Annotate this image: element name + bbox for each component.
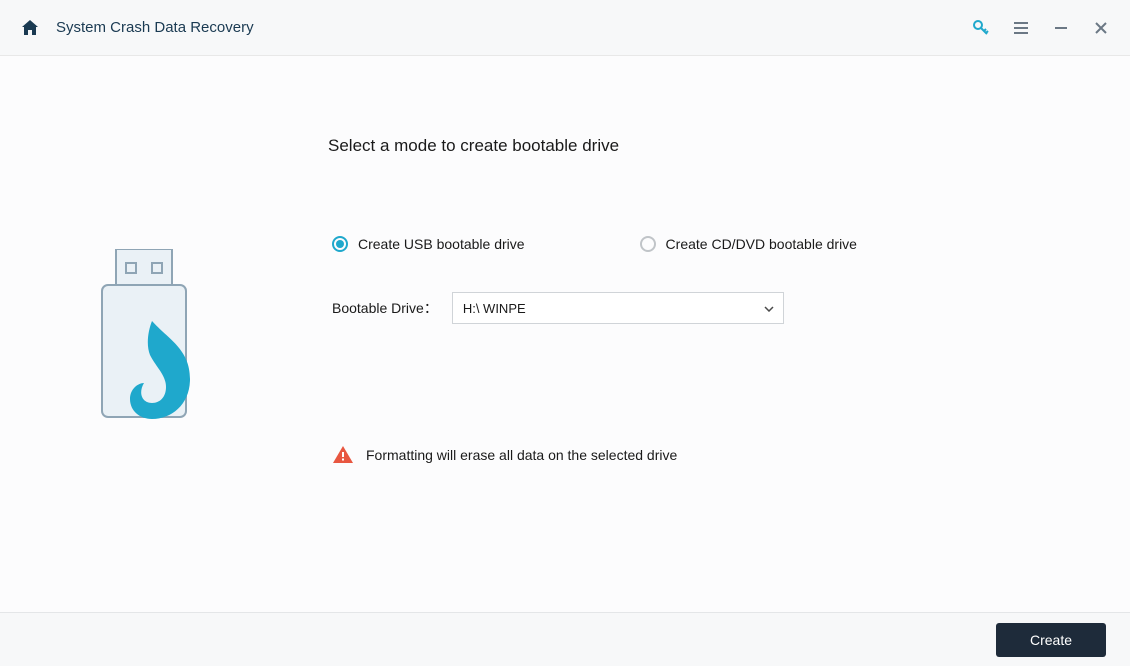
radio-cddvd-option[interactable]: Create CD/DVD bootable drive [640,236,857,252]
bootable-drive-value: H:\ WINPE [463,301,526,316]
form-panel: Select a mode to create bootable drive C… [300,56,1130,612]
minimize-icon[interactable] [1052,19,1070,37]
radio-usb-circle [332,236,348,252]
warning-text: Formatting will erase all data on the se… [366,447,677,463]
warning-triangle-icon [332,444,354,466]
radio-cddvd-circle [640,236,656,252]
bootable-drive-select[interactable]: H:\ WINPE [452,292,784,324]
bootable-drive-label: Bootable Drive： [332,298,438,318]
heading: Select a mode to create bootable drive [328,136,1070,156]
warning-row: Formatting will erase all data on the se… [328,444,1070,466]
home-icon[interactable] [20,18,40,38]
radio-usb-label: Create USB bootable drive [358,236,525,252]
usb-flame-illustration [80,249,220,449]
main-content: Select a mode to create bootable drive C… [0,56,1130,612]
close-icon[interactable] [1092,19,1110,37]
radio-cddvd-label: Create CD/DVD bootable drive [666,236,857,252]
create-button[interactable]: Create [996,623,1106,657]
usb-illustration-panel [0,56,300,612]
footer: Create [0,612,1130,666]
page-title: System Crash Data Recovery [56,19,254,36]
titlebar: System Crash Data Recovery [0,0,1130,56]
menu-icon[interactable] [1012,19,1030,37]
radio-usb-option[interactable]: Create USB bootable drive [332,236,525,252]
key-icon[interactable] [972,19,990,37]
